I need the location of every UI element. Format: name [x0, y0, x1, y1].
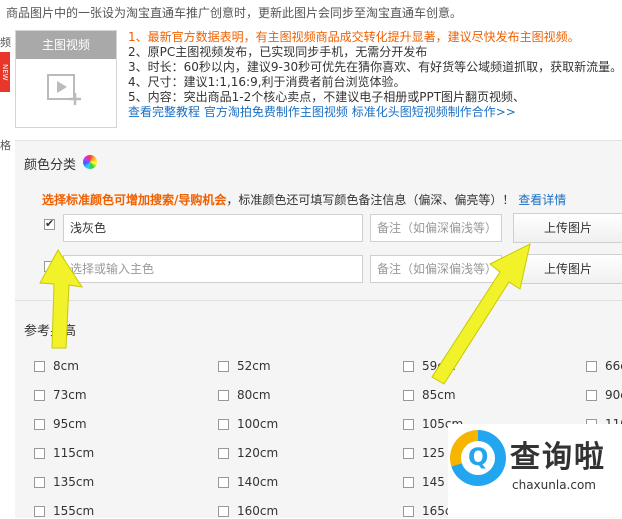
arrow-left [39, 249, 84, 349]
annotation-arrows [39, 243, 531, 385]
arrow-right [431, 243, 531, 385]
